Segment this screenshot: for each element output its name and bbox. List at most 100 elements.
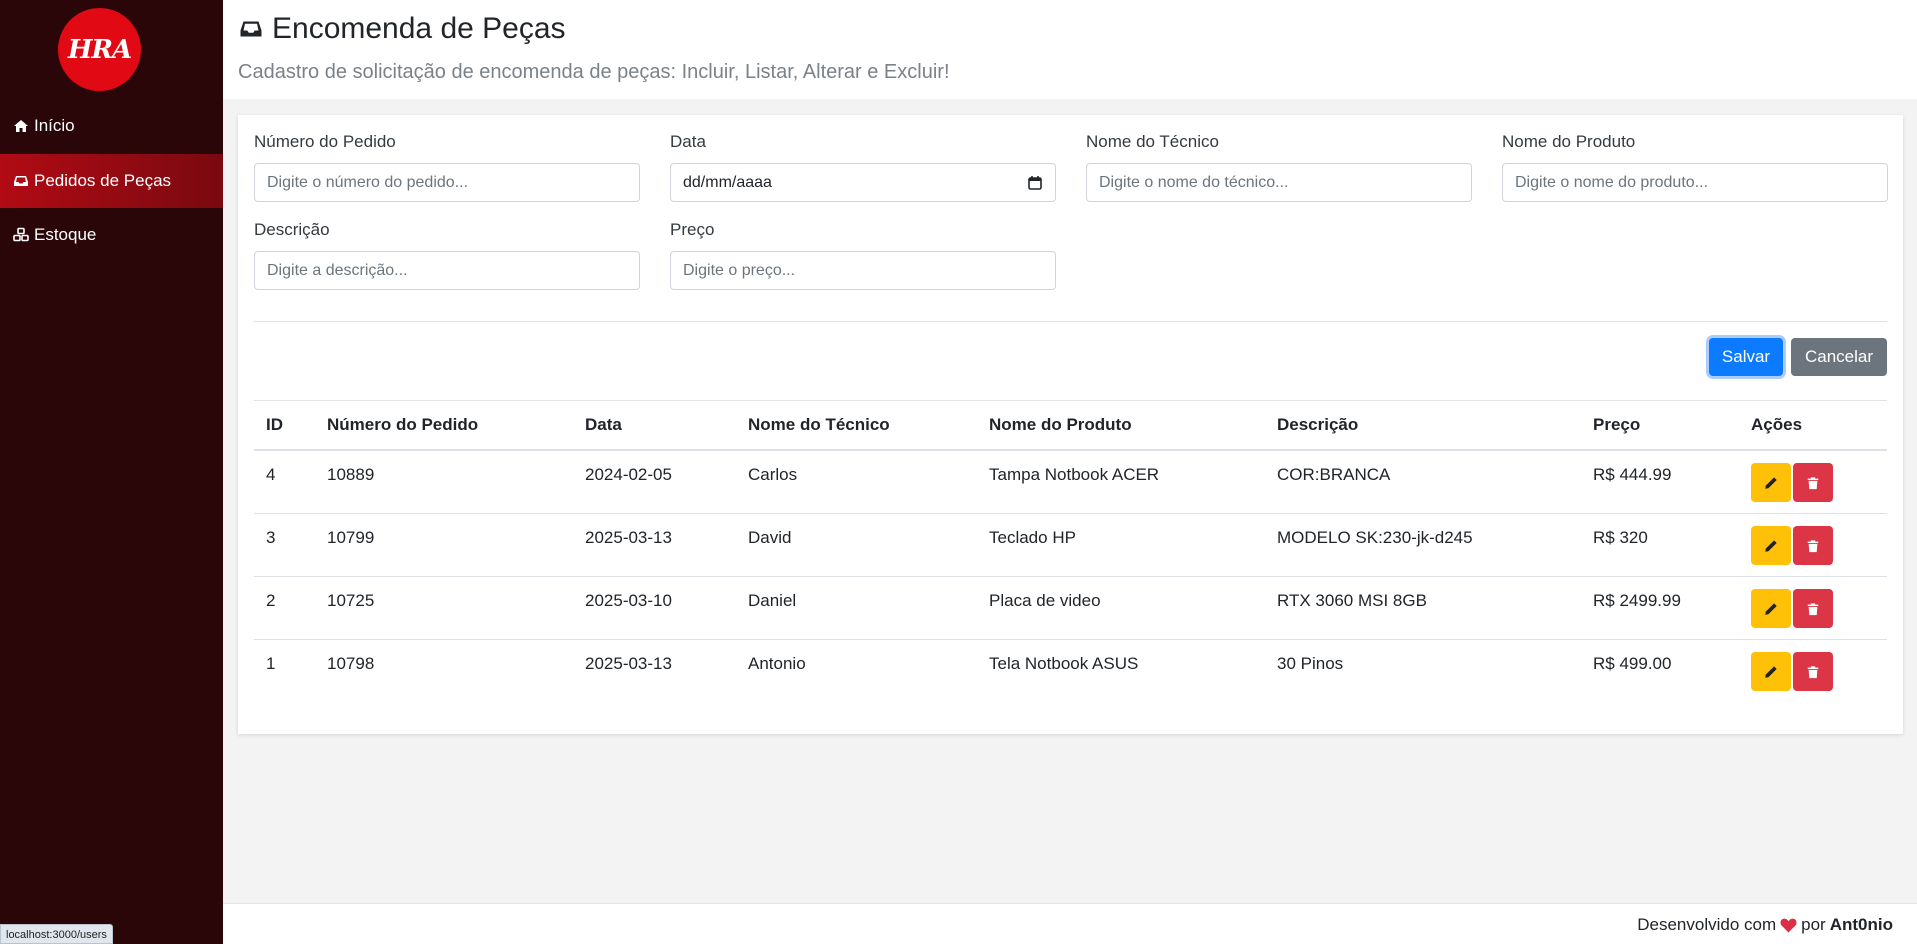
footer-text: Desenvolvido com: [1637, 915, 1777, 934]
cell-descricao: MODELO SK:230-jk-d245: [1277, 528, 1473, 547]
data-label: Data: [670, 132, 706, 151]
edit-button[interactable]: [1751, 463, 1791, 502]
brand-logo[interactable]: HRA: [58, 8, 141, 91]
cell-numero: 10725: [327, 591, 375, 610]
data-value: dd/mm/aaaa: [683, 173, 772, 191]
cell-numero: 10798: [327, 654, 375, 673]
cell-preco: R$ 2499.99: [1593, 591, 1681, 610]
page-title-text: Encomenda de Peças: [272, 12, 566, 45]
data-input[interactable]: dd/mm/aaaa: [670, 163, 1056, 202]
save-button[interactable]: Salvar: [1709, 338, 1783, 376]
cell-produto: Tampa Notbook ACER: [989, 465, 1160, 484]
home-icon: [14, 120, 28, 132]
cell-produto: Teclado HP: [989, 528, 1076, 547]
sidebar-item-label: Início: [34, 116, 75, 135]
pencil-icon: [1765, 665, 1777, 678]
page-subtitle: Cadastro de solicitação de encomenda de …: [238, 61, 950, 83]
table-row: 2 10725 2025-03-10 Daniel Placa de video…: [254, 577, 1887, 640]
preco-label: Preço: [670, 220, 715, 239]
cell-preco: R$ 444.99: [1593, 465, 1672, 484]
footer-author: Ant0nio: [1829, 915, 1893, 934]
footer-credit: Desenvolvido com por Ant0nio: [1637, 915, 1893, 935]
pencil-icon: [1765, 476, 1777, 489]
cell-data: 2025-03-10: [585, 591, 672, 610]
col-header-descricao: Descrição: [1277, 415, 1359, 434]
delete-button[interactable]: [1793, 463, 1833, 502]
trash-icon: [1807, 476, 1819, 489]
descricao-input[interactable]: [254, 251, 640, 290]
cubes-icon: [13, 227, 29, 242]
edit-button[interactable]: [1751, 652, 1791, 691]
footer-by: por: [1801, 915, 1826, 934]
calendar-icon[interactable]: [1027, 175, 1043, 191]
page-footer: Desenvolvido com por Ant0nio: [223, 903, 1917, 944]
tecnico-label: Nome do Técnico: [1086, 132, 1219, 151]
cell-numero: 10799: [327, 528, 375, 547]
logo-text: HRA: [67, 34, 132, 65]
cell-numero: 10889: [327, 465, 375, 484]
status-url: localhost:3000/users: [0, 924, 113, 944]
cell-id: 1: [266, 654, 276, 673]
cell-preco: R$ 320: [1593, 528, 1648, 547]
edit-button[interactable]: [1751, 589, 1791, 628]
table-row: 4 10889 2024-02-05 Carlos Tampa Notbook …: [254, 451, 1887, 514]
page-title: Encomenda de Peças: [238, 12, 566, 46]
cell-data: 2025-03-13: [585, 528, 672, 547]
edit-button[interactable]: [1751, 526, 1791, 565]
sidebar-item-pedidos[interactable]: Pedidos de Peças: [0, 154, 223, 208]
row-actions: [1739, 451, 1887, 513]
orders-card: Número do Pedido Data dd/mm/aaaa Nome do…: [238, 115, 1903, 734]
col-header-tecnico: Nome do Técnico: [748, 415, 890, 434]
table-row: 1 10798 2025-03-13 Antonio Tela Notbook …: [254, 640, 1887, 703]
produto-label: Nome do Produto: [1502, 132, 1636, 151]
inbox-icon: [14, 176, 28, 186]
descricao-label: Descrição: [254, 220, 330, 239]
pencil-icon: [1765, 539, 1777, 552]
sidebar-item-label: Pedidos de Peças: [34, 171, 172, 190]
col-header-produto: Nome do Produto: [989, 415, 1132, 434]
row-actions: [1739, 640, 1887, 703]
cell-data: 2025-03-13: [585, 654, 672, 673]
col-header-acoes: Ações: [1751, 415, 1803, 434]
heart-icon: [1780, 918, 1797, 933]
row-actions: [1739, 514, 1887, 576]
sidebar-item-estoque[interactable]: Estoque: [0, 208, 223, 262]
cell-data: 2024-02-05: [585, 465, 672, 484]
col-header-id: ID: [266, 415, 283, 434]
trash-icon: [1807, 665, 1819, 678]
preco-input[interactable]: [670, 251, 1056, 290]
delete-button[interactable]: [1793, 589, 1833, 628]
form-divider: [254, 321, 1887, 322]
table-row: 3 10799 2025-03-13 David Teclado HP MODE…: [254, 514, 1887, 577]
cell-descricao: COR:BRANCA: [1277, 465, 1391, 484]
delete-button[interactable]: [1793, 526, 1833, 565]
cell-id: 4: [266, 465, 276, 484]
trash-icon: [1807, 539, 1819, 552]
numero-pedido-input[interactable]: [254, 163, 640, 202]
cell-produto: Tela Notbook ASUS: [989, 654, 1139, 673]
inbox-icon: [240, 21, 262, 37]
col-header-numero: Número do Pedido: [327, 415, 479, 434]
cell-produto: Placa de video: [989, 591, 1101, 610]
numero-label: Número do Pedido: [254, 132, 396, 151]
sidebar: HRA Início Pedidos de Peças Estoque loca…: [0, 0, 223, 944]
cell-tecnico: David: [748, 528, 792, 547]
cell-descricao: 30 Pinos: [1277, 654, 1344, 673]
cell-tecnico: Daniel: [748, 591, 797, 610]
nome-produto-input[interactable]: [1502, 163, 1888, 202]
sidebar-item-label: Estoque: [34, 225, 97, 244]
sidebar-item-inicio[interactable]: Início: [0, 99, 223, 153]
cell-id: 2: [266, 591, 276, 610]
col-header-preco: Preço: [1593, 415, 1641, 434]
cell-tecnico: Antonio: [748, 654, 806, 673]
nome-tecnico-input[interactable]: [1086, 163, 1472, 202]
cell-preco: R$ 499.00: [1593, 654, 1672, 673]
delete-button[interactable]: [1793, 652, 1833, 691]
cancel-button[interactable]: Cancelar: [1791, 338, 1887, 376]
page-header: Encomenda de Peças Cadastro de solicitaç…: [223, 0, 1917, 99]
cell-id: 3: [266, 528, 276, 547]
table-header-row: ID Número do Pedido Data Nome do Técnico…: [254, 401, 1887, 451]
cell-descricao: RTX 3060 MSI 8GB: [1277, 591, 1427, 610]
cell-tecnico: Carlos: [748, 465, 798, 484]
pencil-icon: [1765, 602, 1777, 615]
